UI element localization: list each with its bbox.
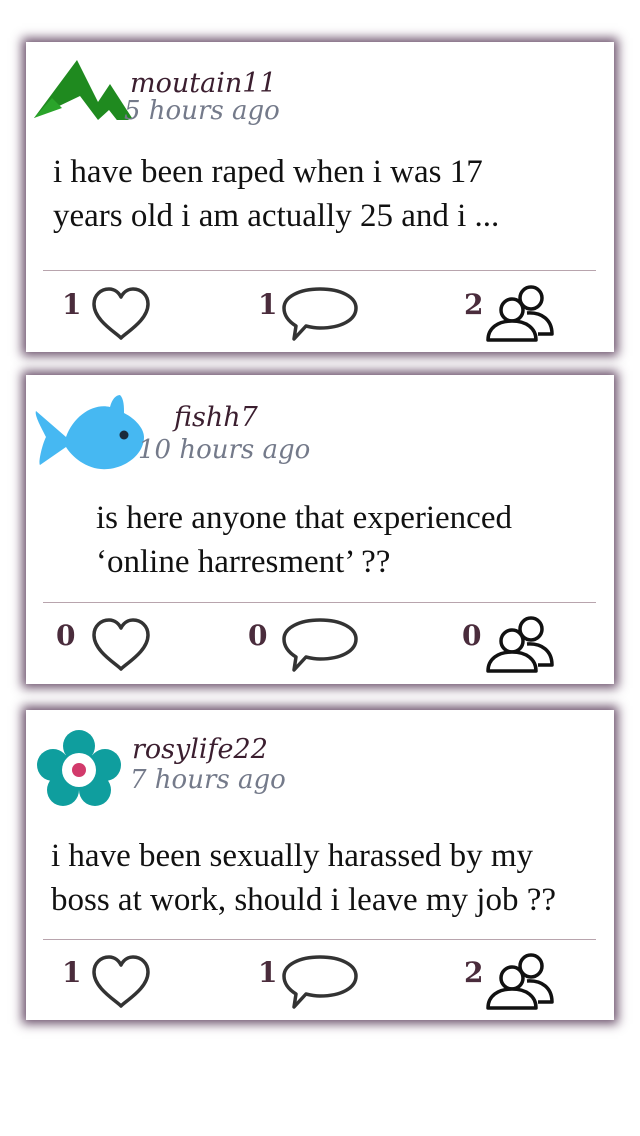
divider [43, 270, 596, 271]
post-text-line: boss at work, should i leave my job ?? [51, 882, 556, 918]
users-icon[interactable] [484, 950, 556, 1012]
username[interactable]: fishh7 [174, 402, 258, 433]
users-icon[interactable] [484, 613, 556, 675]
flower-icon [37, 730, 121, 806]
heart-icon[interactable] [90, 617, 152, 673]
heart-icon[interactable] [90, 954, 152, 1010]
username[interactable]: rosylife22 [132, 734, 268, 765]
heart-icon[interactable] [90, 286, 152, 342]
post-text-line: years old i am actually 25 and i ... [53, 198, 500, 234]
post-card[interactable]: moutain11 5 hours ago i have been raped … [26, 42, 614, 352]
speech-bubble-icon[interactable] [282, 954, 358, 1012]
post-card[interactable]: rosylife22 7 hours ago i have been sexua… [26, 710, 614, 1020]
speech-bubble-icon[interactable] [282, 617, 358, 675]
comment-count: 1 [258, 956, 278, 989]
divider [43, 602, 596, 603]
comment-count: 1 [258, 288, 278, 321]
like-count: 0 [56, 619, 76, 652]
comment-count: 0 [248, 619, 268, 652]
post-text-line: is here anyone that experienced [96, 500, 512, 536]
timestamp: 10 hours ago [138, 435, 311, 465]
follower-count: 2 [464, 288, 484, 321]
post-text-line: ‘online harresment’ ?? [96, 544, 391, 580]
post-text[interactable]: i have been sexually harassed by my boss… [51, 834, 556, 922]
fish-icon [35, 395, 145, 470]
users-icon[interactable] [484, 282, 556, 344]
post-card[interactable]: fishh7 10 hours ago is here anyone that … [26, 375, 614, 684]
username[interactable]: moutain11 [130, 68, 277, 99]
follower-count: 2 [464, 956, 484, 989]
post-text[interactable]: is here anyone that experienced ‘online … [96, 496, 512, 584]
follower-count: 0 [462, 619, 482, 652]
timestamp: 7 hours ago [130, 765, 286, 795]
post-text-line: i have been sexually harassed by my [51, 838, 534, 874]
divider [43, 939, 596, 940]
speech-bubble-icon[interactable] [282, 286, 358, 344]
post-text-line: i have been raped when i was 17 [53, 154, 483, 190]
like-count: 1 [62, 288, 82, 321]
like-count: 1 [62, 956, 82, 989]
post-text[interactable]: i have been raped when i was 17 years ol… [53, 150, 499, 238]
timestamp: 5 hours ago [124, 96, 280, 126]
